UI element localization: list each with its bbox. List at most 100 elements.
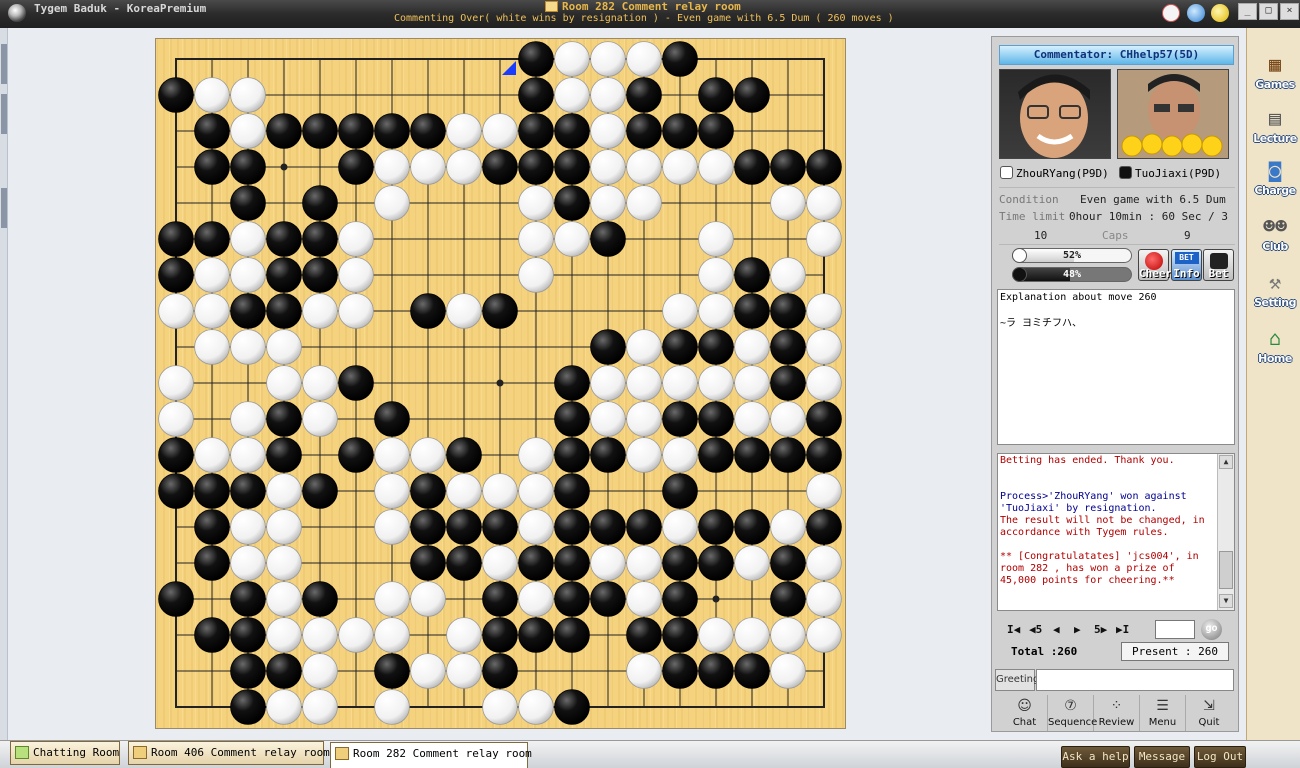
- cheer-button[interactable]: Cheer: [1138, 249, 1172, 281]
- greeting-input[interactable]: [1036, 669, 1234, 691]
- review-button[interactable]: ⁘ Review: [1094, 695, 1140, 731]
- chat-button[interactable]: ☺ Chat: [1002, 695, 1048, 731]
- tab-room-282[interactable]: Room 282 Comment relay room: [330, 742, 532, 768]
- close-button[interactable]: ×: [1280, 3, 1299, 20]
- white-stone: [698, 365, 734, 401]
- white-stone: [806, 293, 842, 329]
- logout-button[interactable]: Log Out: [1194, 746, 1246, 768]
- left-handle[interactable]: [1, 44, 7, 84]
- black-stone: [302, 473, 338, 509]
- white-stone: [662, 509, 698, 545]
- sidebar-item-lecture[interactable]: ▤ Lecture: [1249, 100, 1300, 154]
- black-stone: [806, 509, 842, 545]
- white-stone: [590, 77, 626, 113]
- black-stone: [770, 149, 806, 185]
- go-board-svg[interactable]: [156, 39, 847, 730]
- black-stone: [698, 509, 734, 545]
- divider: [999, 187, 1235, 188]
- explanation-text: ~ラ ヨミチフハ、: [1000, 318, 1083, 329]
- black-stone: [554, 149, 590, 185]
- chat-scrollbar[interactable]: ▲ ▼: [1217, 454, 1234, 610]
- quit-button[interactable]: ⇲ Quit: [1186, 695, 1232, 731]
- sequence-button[interactable]: ⑦ Sequence: [1048, 695, 1097, 731]
- left-handle[interactable]: [1, 94, 7, 134]
- minimize-button[interactable]: _: [1238, 3, 1257, 20]
- white-stone: [302, 293, 338, 329]
- room-title-text: Room 282 Comment relay room: [562, 0, 741, 13]
- white-stone: [338, 221, 374, 257]
- black-stone: [734, 77, 770, 113]
- tab-chatting-room[interactable]: Chatting Room: [10, 741, 120, 765]
- white-stone: [734, 365, 770, 401]
- go-board[interactable]: [155, 38, 846, 729]
- black-stone: [590, 581, 626, 617]
- black-stone: [194, 113, 230, 149]
- first-move-button[interactable]: I◀: [1007, 623, 1020, 636]
- chat-label: Chat: [1012, 717, 1037, 728]
- white-stone: [194, 437, 230, 473]
- tab-room-406[interactable]: Room 406 Comment relay room: [128, 741, 330, 765]
- forward-5-button[interactable]: 5▶: [1094, 623, 1107, 636]
- scroll-up-icon[interactable]: ▲: [1219, 455, 1233, 469]
- white-stone: [806, 185, 842, 221]
- bet-button[interactable]: Bet: [1203, 249, 1234, 281]
- sidebar-item-home[interactable]: ⌂ Home: [1249, 320, 1300, 374]
- white-stone: [446, 149, 482, 185]
- sidebar-item-club[interactable]: ☻☻ Club: [1249, 208, 1300, 262]
- black-stone-icon: [1119, 166, 1132, 179]
- edit-icon[interactable]: [1162, 4, 1180, 22]
- room-icon: [545, 1, 558, 12]
- white-stone: [626, 149, 662, 185]
- black-stone: [266, 257, 302, 293]
- black-stone: [518, 545, 554, 581]
- sidebar-label: Club: [1262, 240, 1288, 253]
- quit-label: Quit: [1198, 717, 1220, 728]
- chat-log[interactable]: Betting has ended. Thank you. Process>'Z…: [997, 453, 1235, 611]
- black-stone: [590, 329, 626, 365]
- last-move-button[interactable]: ▶I: [1116, 623, 1129, 636]
- white-stone: [770, 401, 806, 437]
- explanation-title: Explanation about move 260: [1000, 292, 1157, 303]
- move-number-input[interactable]: [1155, 620, 1195, 639]
- white-bar-knob: [1012, 248, 1027, 263]
- black-stone: [662, 545, 698, 581]
- menu-button[interactable]: ☰ Menu: [1140, 695, 1186, 731]
- sidebar-item-setting[interactable]: ⚒ Setting: [1249, 264, 1300, 318]
- ask-help-button[interactable]: Ask a help: [1061, 746, 1130, 768]
- black-player[interactable]: TuoJiaxi(P9D): [1119, 166, 1221, 180]
- black-stone: [338, 365, 374, 401]
- scroll-thumb[interactable]: [1219, 551, 1233, 589]
- left-handle[interactable]: [1, 188, 7, 228]
- white-stone: [194, 293, 230, 329]
- white-stone: [374, 437, 410, 473]
- white-stone: [482, 473, 518, 509]
- lightbulb-icon[interactable]: [1211, 4, 1229, 22]
- white-stone: [266, 509, 302, 545]
- search-icon[interactable]: [1187, 4, 1205, 22]
- white-stone: [590, 545, 626, 581]
- maximize-button[interactable]: □: [1259, 3, 1278, 20]
- black-stone: [734, 149, 770, 185]
- black-stone: [518, 149, 554, 185]
- black-captures: 9: [1184, 229, 1191, 242]
- white-stone: [806, 329, 842, 365]
- next-move-button[interactable]: ▶: [1074, 623, 1081, 636]
- go-button[interactable]: go: [1201, 619, 1222, 640]
- white-stone: [626, 437, 662, 473]
- black-stone: [302, 185, 338, 221]
- sidebar-item-charge[interactable]: ◙ Charge: [1249, 152, 1300, 206]
- info-button[interactable]: BET Info: [1171, 249, 1202, 281]
- scroll-down-icon[interactable]: ▼: [1219, 594, 1233, 608]
- charge-icon: ◙: [1268, 158, 1282, 182]
- white-player[interactable]: ZhouRYang(P9D): [1000, 166, 1109, 180]
- prev-move-button[interactable]: ◀: [1053, 623, 1060, 636]
- white-stone: [266, 365, 302, 401]
- sidebar-item-games[interactable]: ▦ Games: [1249, 46, 1300, 100]
- message-button[interactable]: Message: [1134, 746, 1190, 768]
- white-stone: [446, 293, 482, 329]
- back-5-button[interactable]: ◀5: [1029, 623, 1042, 636]
- black-player-photo: [1117, 69, 1229, 159]
- greeting-button[interactable]: Greeting: [995, 669, 1039, 691]
- app-logo-icon: [8, 4, 26, 22]
- move-explanation-box[interactable]: Explanation about move 260 ~ラ ヨミチフハ、: [997, 289, 1235, 445]
